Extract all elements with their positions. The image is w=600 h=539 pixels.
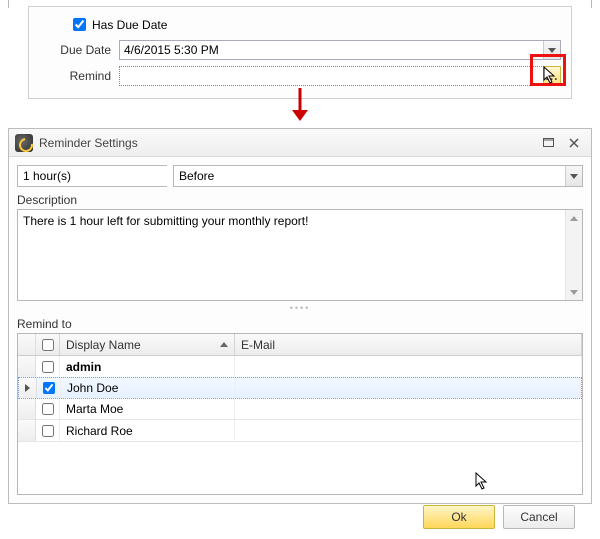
row-email-cell	[236, 378, 581, 398]
row-name-cell: admin	[60, 356, 235, 377]
due-date-input[interactable]	[120, 41, 543, 59]
due-date-panel: Has Due Date Due Date Remind ...	[28, 6, 572, 99]
row-checkbox[interactable]	[42, 425, 54, 437]
row-checkbox-cell	[37, 378, 61, 398]
row-name-cell: Richard Roe	[60, 420, 235, 441]
row-indicator	[18, 420, 36, 441]
scroll-up-icon[interactable]	[566, 210, 582, 226]
ok-button[interactable]: Ok	[423, 505, 495, 529]
flow-arrow-icon	[290, 88, 310, 122]
due-date-label: Due Date	[39, 43, 119, 57]
reminder-relation-value: Before	[174, 166, 565, 186]
reminder-amount-input[interactable]	[18, 166, 183, 186]
column-display-name[interactable]: Display Name	[60, 334, 235, 355]
cancel-button[interactable]: Cancel	[503, 505, 575, 529]
column-email[interactable]: E-Mail	[235, 334, 582, 355]
row-email-cell	[235, 420, 582, 441]
row-indicator	[18, 356, 36, 377]
has-due-date-label: Has Due Date	[92, 18, 167, 32]
due-date-field[interactable]	[119, 40, 561, 60]
row-checkbox-cell	[36, 420, 60, 441]
row-name-cell: Marta Moe	[60, 398, 235, 419]
close-icon[interactable]	[563, 134, 585, 152]
table-row[interactable]: Richard Roe	[18, 420, 582, 442]
due-date-dropdown-icon[interactable]	[543, 41, 560, 59]
table-row[interactable]: Marta Moe	[18, 398, 582, 420]
row-checkbox[interactable]	[42, 403, 54, 415]
column-checkbox[interactable]	[36, 334, 60, 355]
dialog-title: Reminder Settings	[39, 136, 533, 150]
reminder-settings-dialog: Reminder Settings Before Description	[8, 128, 592, 504]
description-scrollbar[interactable]	[565, 210, 582, 300]
row-checkbox[interactable]	[42, 361, 54, 373]
table-row[interactable]: admin	[18, 356, 582, 378]
remind-to-grid: Display Name E-Mail adminJohn DoeMarta M…	[17, 333, 583, 495]
splitter-handle[interactable]: ••••	[17, 303, 583, 313]
app-icon	[15, 134, 33, 152]
relation-dropdown-icon[interactable]	[565, 166, 582, 186]
description-box	[17, 209, 583, 301]
remind-to-label: Remind to	[17, 317, 583, 331]
has-due-date-checkbox[interactable]	[73, 18, 86, 31]
row-checkbox-cell	[36, 356, 60, 377]
row-name-cell: John Doe	[61, 378, 236, 398]
remind-field[interactable]	[119, 66, 544, 86]
reminder-amount-stepper[interactable]	[17, 165, 167, 187]
remind-label: Remind	[39, 69, 119, 83]
maximize-icon[interactable]	[537, 134, 559, 152]
row-indicator	[19, 378, 37, 398]
row-email-cell	[235, 398, 582, 419]
scroll-down-icon[interactable]	[566, 284, 582, 300]
row-checkbox-cell	[36, 398, 60, 419]
description-textarea[interactable]	[18, 210, 565, 300]
grid-header: Display Name E-Mail	[18, 334, 582, 356]
grid-header-indicator	[18, 334, 36, 355]
sort-asc-icon	[220, 342, 228, 347]
dialog-titlebar: Reminder Settings	[9, 129, 591, 157]
row-indicator	[18, 398, 36, 419]
select-all-checkbox[interactable]	[42, 339, 54, 351]
description-label: Description	[17, 193, 583, 207]
remind-ellipsis-button[interactable]: ...	[543, 66, 561, 86]
reminder-relation-select[interactable]: Before	[173, 165, 583, 187]
row-email-cell	[235, 356, 582, 377]
table-row[interactable]: John Doe	[18, 377, 582, 399]
row-checkbox[interactable]	[43, 382, 55, 394]
